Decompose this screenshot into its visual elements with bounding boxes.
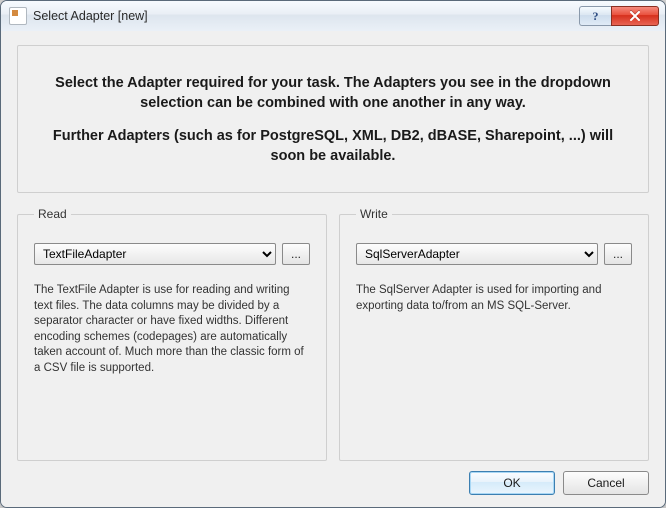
write-picker-row: SqlServerAdapter ... [356, 243, 632, 265]
client-area: Select the Adapter required for your tas… [1, 31, 665, 507]
app-icon [9, 7, 27, 25]
write-description: The SqlServer Adapter is used for import… [356, 283, 632, 314]
read-picker-row: TextFileAdapter ... [34, 243, 310, 265]
titlebar[interactable]: Select Adapter [new] ? [1, 1, 665, 32]
dialog-footer: OK Cancel [17, 461, 649, 495]
cancel-button[interactable]: Cancel [563, 471, 649, 495]
dialog-window: Select Adapter [new] ? Select the Adapte… [0, 0, 666, 508]
read-group: Read TextFileAdapter ... The TextFile Ad… [17, 207, 327, 461]
help-button[interactable]: ? [579, 6, 611, 26]
intro-subline: Further Adapters (such as for PostgreSQL… [44, 127, 622, 166]
intro-panel: Select the Adapter required for your tas… [17, 45, 649, 193]
read-adapter-select[interactable]: TextFileAdapter [34, 243, 276, 265]
intro-headline: Select the Adapter required for your tas… [44, 74, 622, 113]
write-legend: Write [356, 207, 392, 221]
write-adapter-select[interactable]: SqlServerAdapter [356, 243, 598, 265]
read-browse-button[interactable]: ... [282, 243, 310, 265]
write-group: Write SqlServerAdapter ... The SqlServer… [339, 207, 649, 461]
adapter-columns: Read TextFileAdapter ... The TextFile Ad… [17, 207, 649, 461]
ok-button[interactable]: OK [469, 471, 555, 495]
write-browse-button[interactable]: ... [604, 243, 632, 265]
close-icon [629, 11, 641, 21]
read-description: The TextFile Adapter is use for reading … [34, 283, 310, 376]
window-title: Select Adapter [new] [33, 9, 579, 23]
close-button[interactable] [611, 6, 659, 26]
read-legend: Read [34, 207, 71, 221]
window-controls: ? [579, 6, 659, 26]
help-icon: ? [593, 9, 599, 24]
